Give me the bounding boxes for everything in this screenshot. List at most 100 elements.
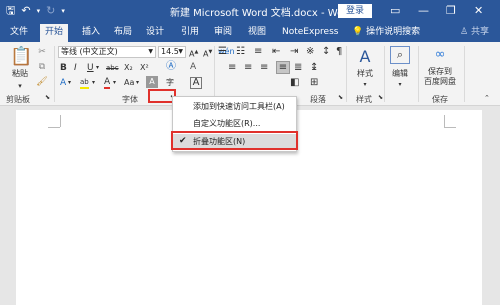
styles-dropdown-icon[interactable]: ▾ xyxy=(352,79,378,91)
copy-icon[interactable]: ⧉ xyxy=(36,61,48,73)
ribbon-display-icon[interactable]: ▭ xyxy=(390,3,400,19)
baidu-netdisk-icon[interactable]: ∞ xyxy=(428,46,452,64)
borders-icon[interactable]: ⊞ xyxy=(310,77,318,89)
group-separator xyxy=(54,46,55,102)
undo-dropdown-icon[interactable]: ▾ xyxy=(37,3,41,19)
login-button[interactable]: 登录 xyxy=(338,4,372,18)
underline-icon[interactable]: U xyxy=(87,62,94,74)
minimize-icon[interactable]: — xyxy=(418,3,429,19)
tab-insert[interactable]: 插入 xyxy=(82,25,100,39)
multilevel-list-icon[interactable]: ≡ xyxy=(254,46,262,58)
text-effects-dropdown-icon[interactable]: ▾ xyxy=(68,77,71,89)
tab-home[interactable]: 开始 xyxy=(40,24,69,42)
menu-item-add-to-qat[interactable]: 添加到快速访问工具栏(A) xyxy=(173,99,296,114)
change-case-icon[interactable]: Aa xyxy=(124,77,134,89)
clipboard-group-label: 剪贴板 xyxy=(6,95,30,104)
tell-me-label: 操作说明搜索 xyxy=(366,27,421,37)
increase-indent-icon[interactable]: ⇥ xyxy=(290,46,298,58)
change-case-dropdown-icon[interactable]: ▾ xyxy=(136,77,139,89)
chevron-down-icon[interactable]: ▼ xyxy=(178,47,183,57)
margin-corner-mark xyxy=(60,115,61,127)
show-marks-icon[interactable]: ¶ xyxy=(336,46,342,58)
collapse-ribbon-icon[interactable]: ⌃ xyxy=(484,92,490,104)
text-effects-icon[interactable]: A xyxy=(60,77,66,89)
customize-qat-icon[interactable]: ▾ xyxy=(61,3,65,19)
tab-review[interactable]: 审阅 xyxy=(214,25,232,39)
font-color-dropdown-icon[interactable]: ▾ xyxy=(113,77,116,89)
restore-icon[interactable]: ❐ xyxy=(446,3,456,19)
editing-dropdown-icon[interactable]: ▾ xyxy=(388,79,412,91)
search-icon[interactable]: ⌕ xyxy=(390,46,410,64)
grow-font-icon[interactable]: A▲ xyxy=(189,46,198,61)
clipboard-launcher-icon[interactable]: ⬊ xyxy=(45,92,50,104)
paragraph-launcher-icon[interactable]: ⬊ xyxy=(338,92,343,104)
chevron-down-icon[interactable]: ▼ xyxy=(148,47,153,57)
menu-item-customize-ribbon[interactable]: 自定义功能区(R)... xyxy=(173,116,296,131)
shrink-font-icon[interactable]: A▼ xyxy=(203,46,212,61)
paste-icon[interactable]: 📋 xyxy=(10,46,32,68)
font-name-combo[interactable]: 等线 (中文正文) ▼ xyxy=(58,46,156,58)
underline-dropdown-icon[interactable]: ▾ xyxy=(96,62,99,74)
window-title: 新建 Microsoft Word 文档.docx - Word xyxy=(170,8,354,19)
font-size-combo[interactable]: 14.5 ▼ xyxy=(158,46,186,58)
tab-layout[interactable]: 布局 xyxy=(114,25,132,39)
save-icon[interactable]: 🖫 xyxy=(6,3,15,19)
align-left-icon[interactable]: ≡ xyxy=(228,62,236,74)
tab-file[interactable]: 文件 xyxy=(10,25,28,39)
tab-design[interactable]: 设计 xyxy=(146,25,164,39)
clear-formatting-icon[interactable]: Ⓐ xyxy=(166,61,176,73)
lightbulb-icon: 💡 xyxy=(352,27,364,37)
numbering-icon[interactable]: ☷ xyxy=(236,46,245,58)
character-border-icon[interactable]: A xyxy=(190,61,196,73)
quick-access-toolbar: 🖫 ↶ ▾ ↻ ▾ xyxy=(6,3,65,19)
paste-dropdown-icon[interactable]: ▾ xyxy=(8,80,32,92)
styles-launcher-icon[interactable]: ⬊ xyxy=(378,92,383,104)
share-button[interactable]: ♙ 共享 xyxy=(460,25,489,39)
undo-icon[interactable]: ↶ xyxy=(21,3,30,19)
italic-icon[interactable]: I xyxy=(74,62,77,74)
ribbon-tabs: 文件 开始 插入 布局 设计 引用 审阅 视图 NoteExpress 💡 操作… xyxy=(0,22,500,42)
styles-icon[interactable]: A xyxy=(354,48,376,66)
bullets-icon[interactable]: ☰ xyxy=(218,46,227,58)
subscript-icon[interactable]: X₂ xyxy=(124,62,133,74)
group-separator xyxy=(346,46,347,102)
highlight-box xyxy=(171,131,298,150)
format-painter-icon[interactable]: 🖌 xyxy=(36,76,48,88)
tab-references[interactable]: 引用 xyxy=(181,25,199,39)
share-label: 共享 xyxy=(470,27,489,37)
line-spacing-icon[interactable]: ↨ xyxy=(310,62,318,74)
tab-noteexpress[interactable]: NoteExpress xyxy=(282,25,338,39)
character-shading-icon[interactable]: A xyxy=(146,76,158,88)
sort-icon[interactable]: ↕ xyxy=(322,46,330,58)
title-bar: 🖫 ↶ ▾ ↻ ▾ 新建 Microsoft Word 文档.docx - Wo… xyxy=(0,0,500,22)
justify-icon[interactable]: ≡ xyxy=(276,61,290,74)
shading-icon[interactable]: ◧ xyxy=(290,77,299,89)
tell-me-search[interactable]: 💡 操作说明搜索 xyxy=(352,25,420,39)
highlight-dropdown-icon[interactable]: ▾ xyxy=(92,77,95,89)
superscript-icon[interactable]: X² xyxy=(140,62,149,74)
font-name-value: 等线 (中文正文) xyxy=(61,47,118,56)
distributed-icon[interactable]: ≣ xyxy=(294,62,302,74)
font-group-label: 字体 xyxy=(122,95,138,104)
decrease-indent-icon[interactable]: ⇤ xyxy=(272,46,280,58)
tab-view[interactable]: 视图 xyxy=(248,25,266,39)
paragraph-group-label: 段落 xyxy=(310,95,326,104)
cut-icon[interactable]: ✂ xyxy=(36,46,48,58)
align-right-icon[interactable]: ≡ xyxy=(260,62,268,74)
chinese-layout-icon[interactable]: ※ xyxy=(306,46,314,58)
redo-icon[interactable]: ↻ xyxy=(46,3,55,19)
font-size-value: 14.5 xyxy=(161,47,179,56)
close-icon[interactable]: ✕ xyxy=(474,3,483,19)
paste-button[interactable]: 粘贴 xyxy=(8,68,32,80)
group-separator xyxy=(418,46,419,102)
character-scaling-icon[interactable]: A xyxy=(190,77,202,89)
font-color-icon[interactable]: A xyxy=(104,77,111,89)
strikethrough-icon[interactable]: abc xyxy=(106,62,119,74)
margin-corner-mark xyxy=(444,115,445,127)
highlight-icon[interactable]: ab xyxy=(80,77,89,89)
baidu-netdisk-button[interactable]: 百度网盘 xyxy=(422,76,458,88)
bold-icon[interactable]: B xyxy=(60,62,67,74)
align-center-icon[interactable]: ≡ xyxy=(244,62,252,74)
enclose-characters-icon[interactable]: 字 xyxy=(166,77,174,89)
group-separator xyxy=(464,46,465,102)
